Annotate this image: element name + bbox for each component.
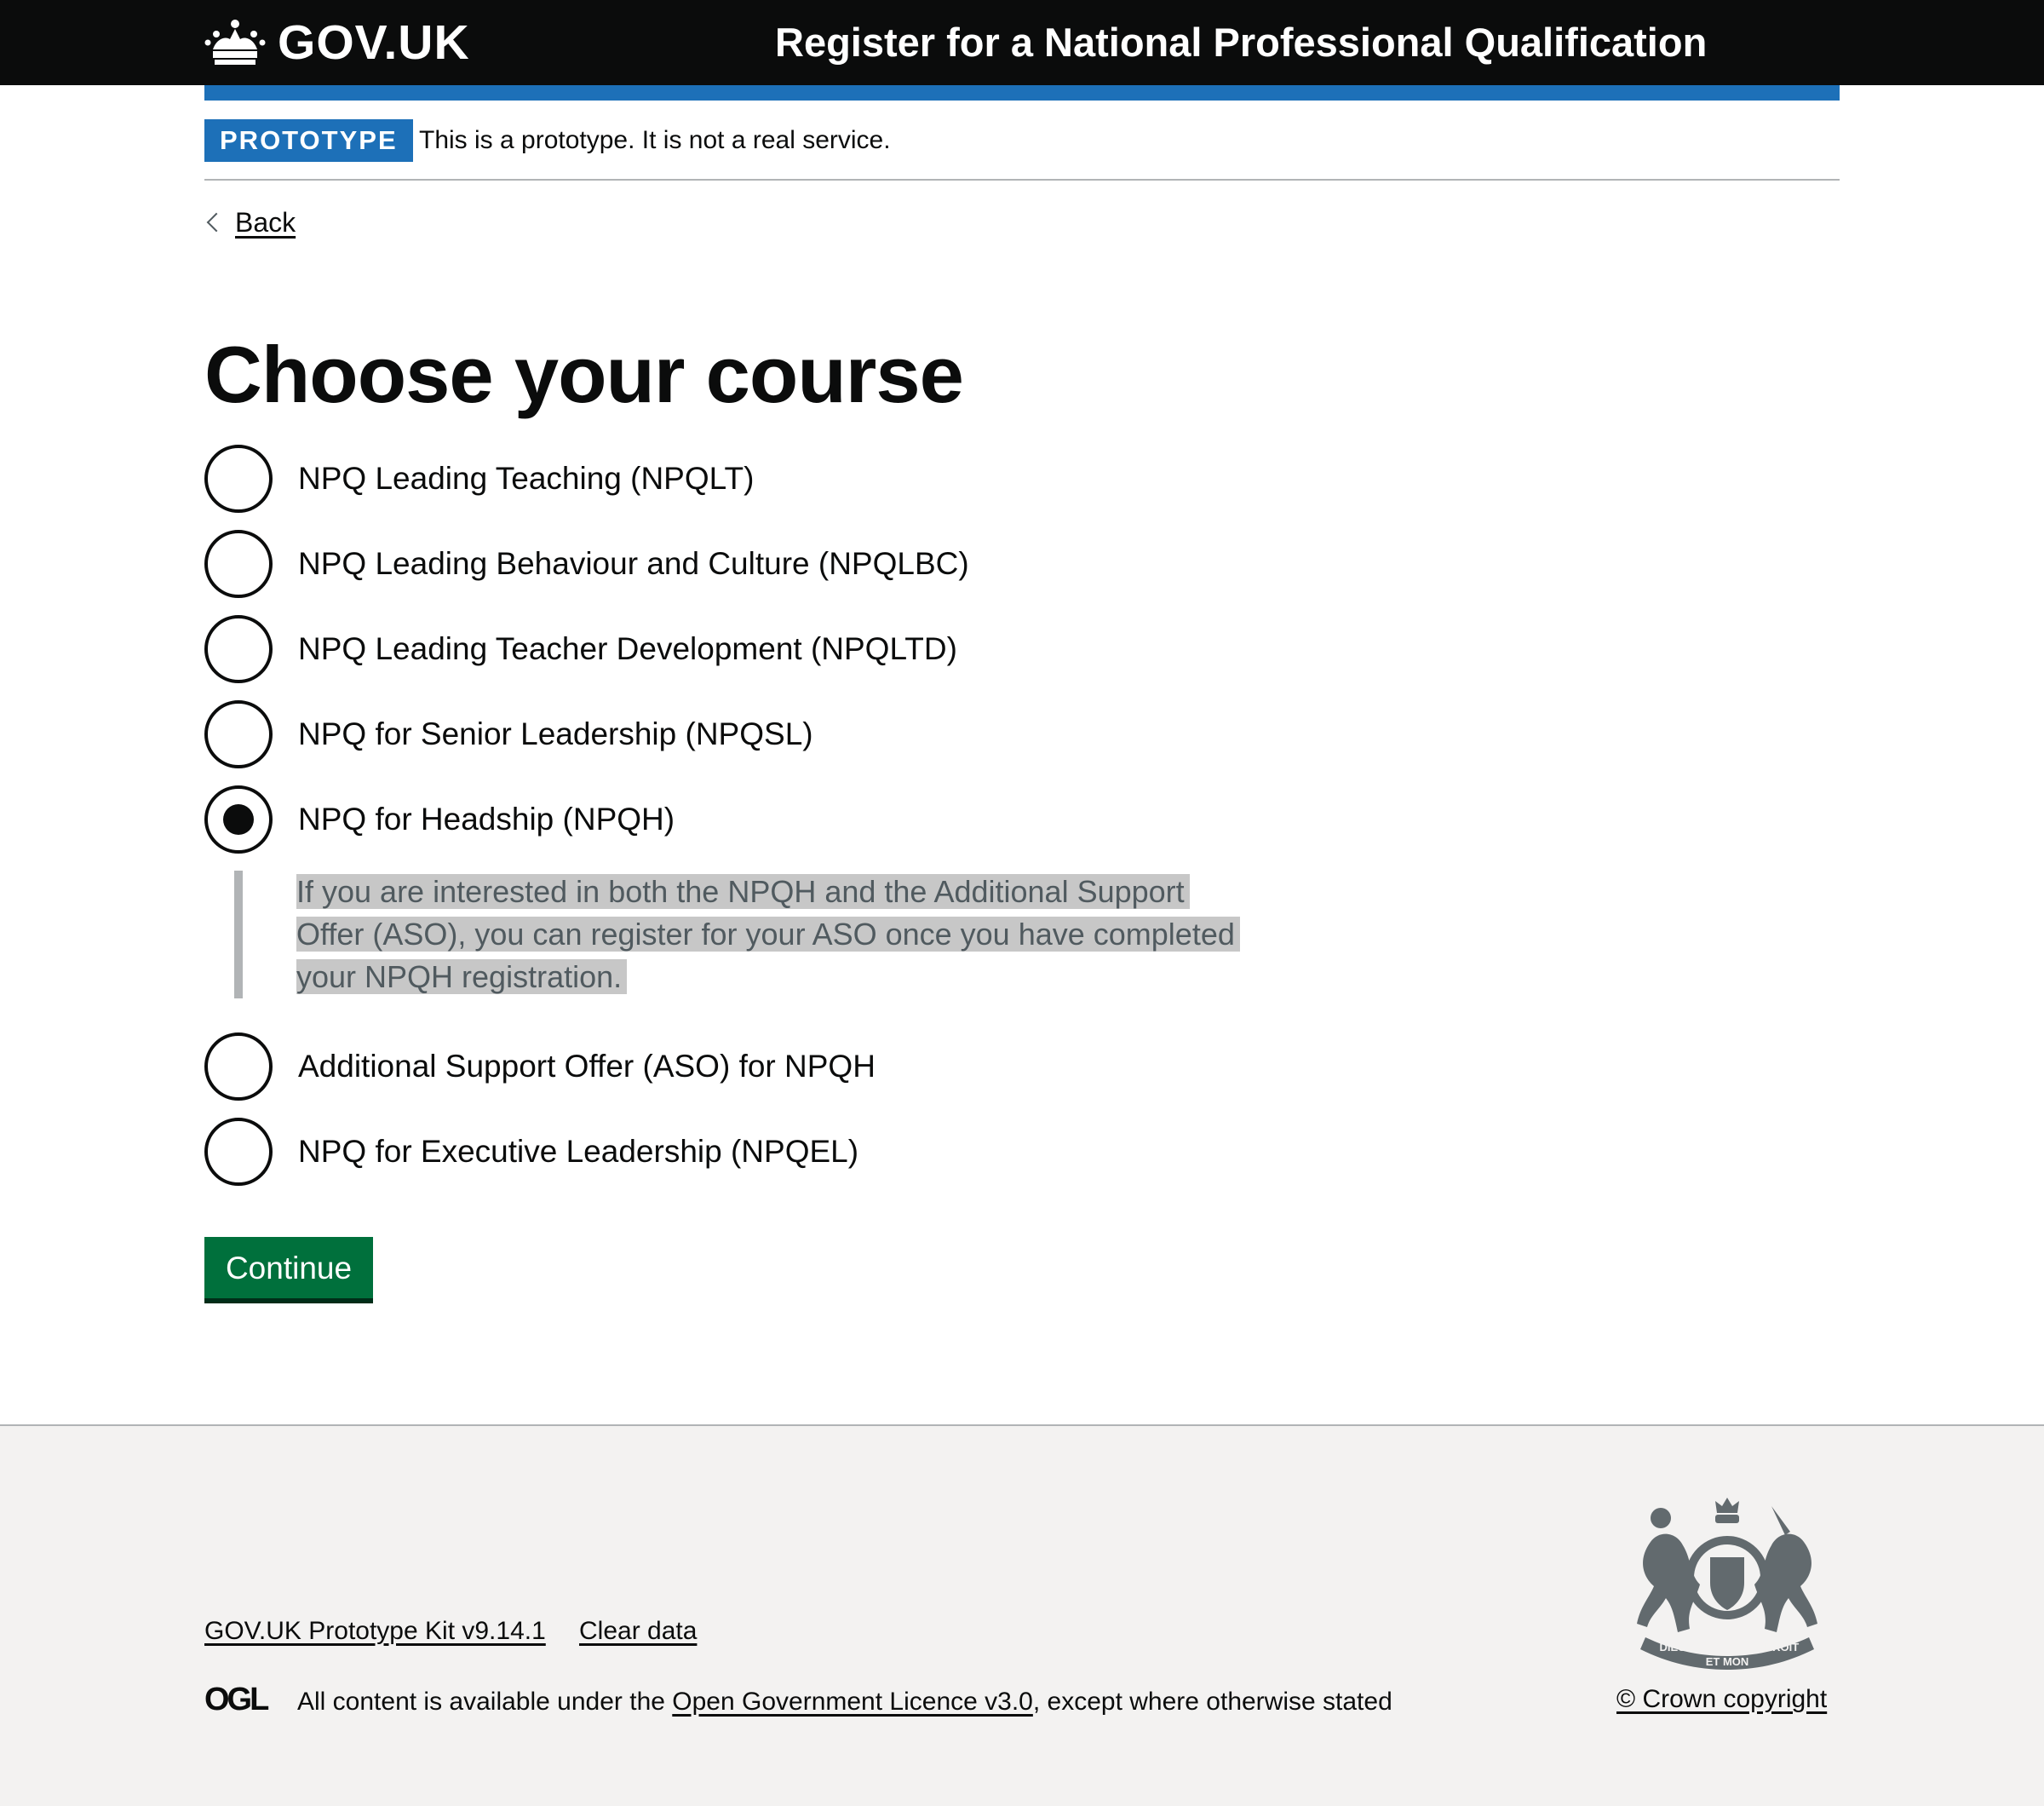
radio-label[interactable]: NPQ for Executive Leadership (NPQEL) — [298, 1130, 858, 1173]
radio-option-npqlbc[interactable]: NPQ Leading Behaviour and Culture (NPQLB… — [204, 530, 969, 598]
radio-button-selected[interactable] — [204, 785, 273, 854]
radio-option-npqlt[interactable]: NPQ Leading Teaching (NPQLT) — [204, 445, 754, 513]
radio-label[interactable]: NPQ for Senior Leadership (NPQSL) — [298, 713, 813, 756]
radio-button[interactable] — [204, 445, 273, 513]
service-name-link[interactable]: Register for a National Professional Qua… — [775, 15, 1707, 70]
radio-option-npqltd[interactable]: NPQ Leading Teacher Development (NPQLTD) — [204, 615, 957, 683]
radio-option-npqh[interactable]: NPQ for Headship (NPQH) — [204, 785, 675, 854]
radio-label[interactable]: NPQ Leading Teacher Development (NPQLTD) — [298, 628, 957, 670]
govuk-logo-link[interactable]: GOV.UK — [204, 15, 470, 70]
radio-button[interactable] — [204, 615, 273, 683]
royal-coat-of-arms-icon: DIEU ET MON DROIT — [1637, 1498, 1817, 1670]
clear-data-link[interactable]: Clear data — [579, 1617, 697, 1646]
conditional-reveal-border — [234, 871, 243, 998]
prototype-kit-link[interactable]: GOV.UK Prototype Kit v9.14.1 — [204, 1617, 546, 1646]
back-link-label: Back — [235, 206, 296, 238]
continue-button[interactable]: Continue — [204, 1237, 373, 1298]
phase-banner-text: This is a prototype. It is not a real se… — [419, 126, 891, 154]
ogl-logo-icon: OGL — [204, 1683, 272, 1712]
open-government-licence-link[interactable]: Open Government Licence v3.0 — [672, 1688, 1033, 1716]
licence-text: All content is available under the Open … — [297, 1683, 1392, 1721]
radio-button[interactable] — [204, 530, 273, 598]
radio-option-npqsl[interactable]: NPQ for Senior Leadership (NPQSL) — [204, 700, 813, 768]
licence-prefix: All content is available under the — [297, 1688, 673, 1716]
crest-motto-left: DIEU — [1659, 1641, 1685, 1654]
radio-button[interactable] — [204, 700, 273, 768]
radio-label[interactable]: NPQ Leading Teaching (NPQLT) — [298, 457, 754, 500]
radio-label[interactable]: NPQ Leading Behaviour and Culture (NPQLB… — [298, 543, 969, 585]
radio-option-aso[interactable]: Additional Support Offer (ASO) for NPQH — [204, 1032, 876, 1101]
radio-label[interactable]: NPQ for Headship (NPQH) — [298, 798, 675, 841]
radio-button[interactable] — [204, 1032, 273, 1101]
govuk-logo-text: GOV.UK — [278, 15, 470, 70]
chevron-left-icon — [206, 212, 227, 233]
crest-motto-centre: ET MON — [1706, 1655, 1749, 1668]
phase-banner: PROTOTYPE This is a prototype. It is not… — [204, 101, 1840, 181]
header-blue-bar — [204, 85, 1840, 101]
page-title: Choose your course — [204, 330, 964, 419]
phase-tag: PROTOTYPE — [204, 119, 413, 162]
crown-icon — [204, 20, 266, 65]
back-link[interactable]: Back — [204, 201, 296, 244]
radio-button[interactable] — [204, 1118, 273, 1186]
conditional-hint-text: If you are interested in both the NPQH a… — [296, 874, 1240, 994]
header: GOV.UK Register for a National Professio… — [0, 0, 2044, 85]
ogl-logo-text: OGL — [204, 1683, 269, 1712]
licence-suffix: , except where otherwise stated — [1032, 1688, 1392, 1716]
radio-option-npqel[interactable]: NPQ for Executive Leadership (NPQEL) — [204, 1118, 858, 1186]
crown-copyright-link[interactable]: © Crown copyright — [1616, 1685, 1827, 1714]
crest-motto-right: DROIT — [1765, 1641, 1800, 1654]
conditional-hint: If you are interested in both the NPQH a… — [296, 871, 1250, 998]
radio-label[interactable]: Additional Support Offer (ASO) for NPQH — [298, 1045, 876, 1088]
